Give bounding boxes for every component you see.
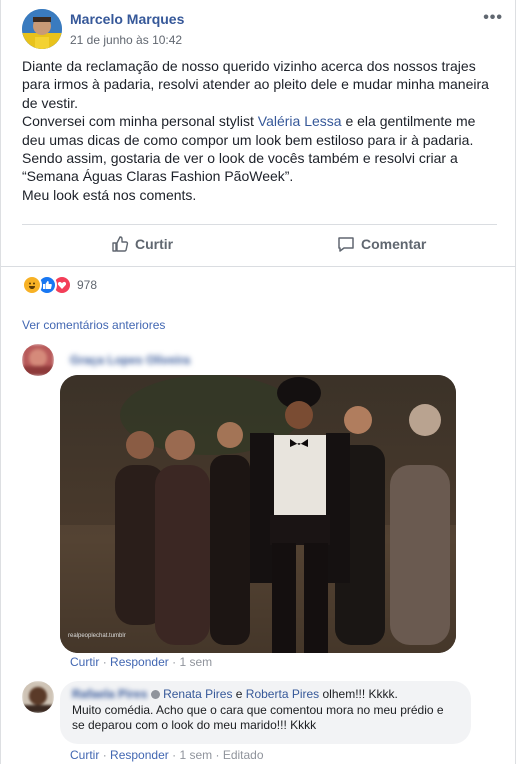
edited-label[interactable]: Editado	[223, 748, 264, 762]
comment-like-link[interactable]: Curtir	[70, 748, 99, 762]
haha-icon	[22, 275, 42, 295]
commenter-name[interactable]: Rafaela Pires	[72, 687, 147, 701]
mention-link[interactable]: Valéria Lessa	[258, 113, 342, 129]
comment-icon	[338, 237, 354, 252]
comment-bubble: Rafaela Pires Renata Pires e Roberta Pir…	[60, 681, 471, 744]
comment-actions: Curtir · Responder · 1 sem · Editado	[70, 748, 264, 762]
comment-button[interactable]: Comentar	[337, 235, 426, 253]
comment-text-span: e	[232, 687, 246, 701]
comment-line: Rafaela Pires Renata Pires e Roberta Pir…	[72, 687, 459, 703]
separator: ·	[102, 748, 107, 762]
comment-text-span: olhem!!! Kkkk.	[319, 687, 398, 701]
post-text-span: Conversei com minha personal stylist	[22, 113, 258, 130]
comment-time[interactable]: 1 sem	[179, 748, 212, 762]
like-label: Curtir	[135, 236, 174, 252]
more-options-icon[interactable]: •••	[483, 9, 503, 27]
comment-like-link[interactable]: Curtir	[70, 655, 99, 669]
commenter-avatar[interactable]	[22, 344, 54, 376]
like-button[interactable]: Curtir	[111, 235, 173, 253]
view-previous-comments-link[interactable]: Ver comentários anteriores	[22, 318, 165, 332]
reactions-summary[interactable]: 978	[22, 275, 97, 295]
separator: ·	[102, 655, 107, 669]
commenter-avatar[interactable]	[22, 681, 54, 713]
mention-link[interactable]: Renata Pires	[163, 687, 232, 701]
post-card: Marcelo Marques 21 de junho às 10:42 •••…	[0, 0, 516, 764]
post-actions: Curtir Comentar	[22, 224, 497, 263]
divider	[1, 266, 516, 267]
comment-reply-link[interactable]: Responder	[110, 748, 169, 762]
mention-link[interactable]: Roberta Pires	[246, 687, 319, 701]
comment-gif[interactable]: realpeoplechat.tumblr	[60, 375, 456, 653]
author-avatar[interactable]	[22, 9, 62, 49]
reaction-count: 978	[77, 278, 98, 292]
post-text: Diante da reclamação de nosso querido vi…	[22, 57, 492, 204]
comment-time[interactable]: 1 sem	[179, 655, 212, 669]
post-paragraph: Meu look está nos coments.	[22, 186, 197, 203]
gif-watermark: realpeoplechat.tumblr	[68, 633, 126, 639]
post-timestamp[interactable]: 21 de junho às 10:42	[70, 33, 182, 47]
commenter-name[interactable]: Graça Lopes Oliveira	[70, 353, 190, 367]
thumbs-up-icon	[112, 236, 129, 252]
comment-text: Muito comédia. Acho que o cara que comen…	[72, 702, 444, 733]
verified-icon	[150, 690, 160, 699]
post-header: Marcelo Marques 21 de junho às 10:42 •••	[22, 9, 502, 49]
comment-actions: Curtir · Responder · 1 sem	[70, 655, 212, 669]
separator: ·	[215, 748, 220, 762]
separator: ·	[172, 748, 177, 762]
separator: ·	[172, 655, 177, 669]
comment-label: Comentar	[361, 236, 427, 252]
author-name[interactable]: Marcelo Marques	[70, 11, 184, 27]
comment-reply-link[interactable]: Responder	[110, 655, 169, 669]
post-paragraph: Conversei com minha personal stylist Val…	[22, 112, 492, 186]
post-paragraph: Diante da reclamação de nosso querido vi…	[22, 58, 489, 111]
